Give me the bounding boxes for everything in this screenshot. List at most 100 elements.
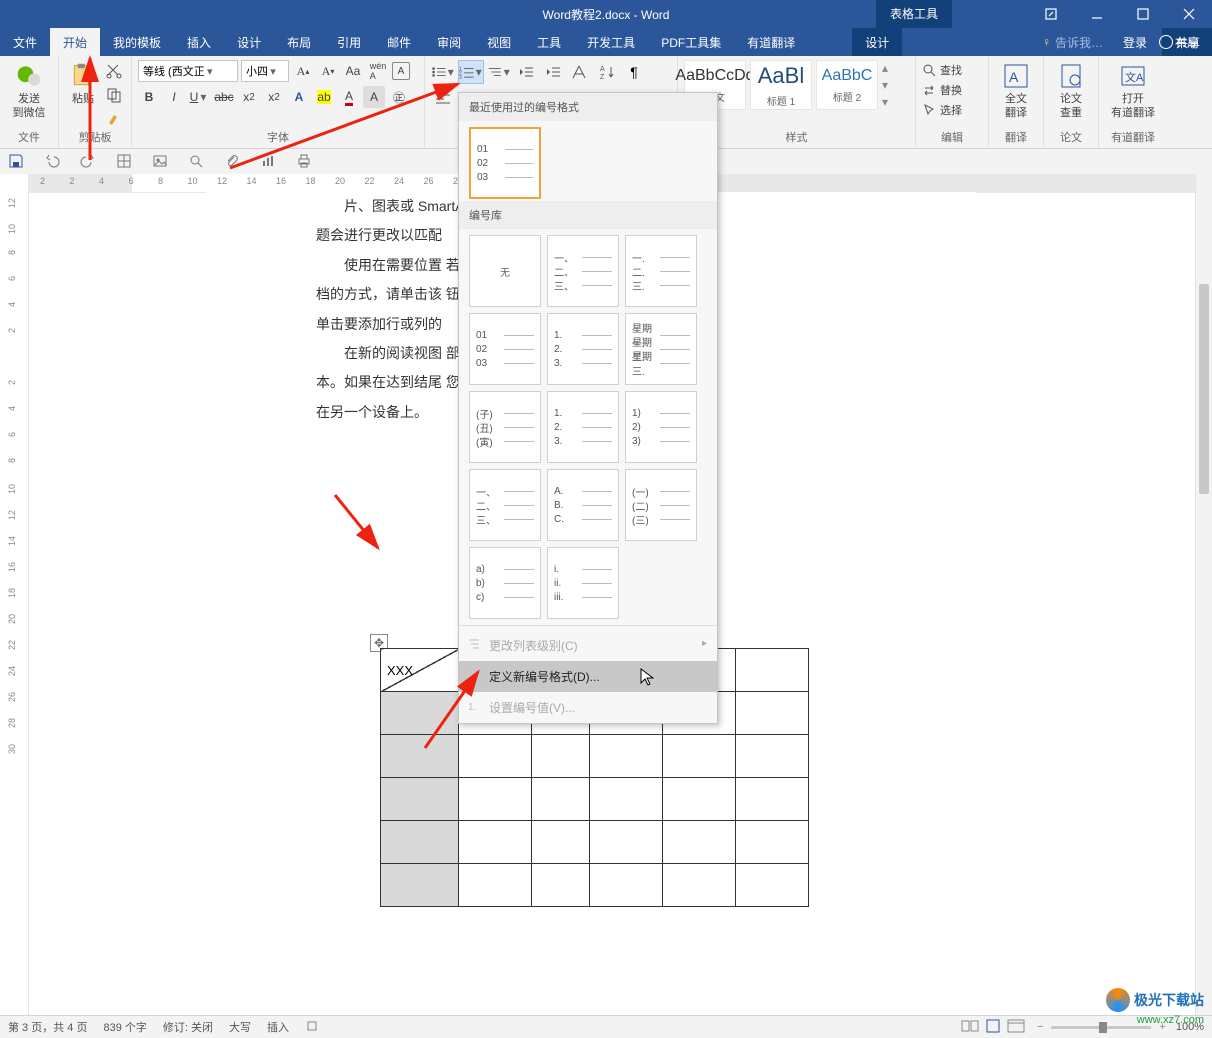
tab-mailings[interactable]: 邮件 <box>374 28 424 56</box>
numbering-option[interactable]: A.B.C. <box>547 469 619 541</box>
font-color-button[interactable]: A <box>338 86 360 108</box>
numbering-option[interactable]: 一.二.三. <box>625 235 697 307</box>
enclose-char-button[interactable]: ㊣ <box>388 86 410 108</box>
full-translate-button[interactable]: A全文翻译 <box>995 60 1037 123</box>
superscript-button[interactable]: x2 <box>263 86 285 108</box>
minimize-button[interactable] <box>1074 0 1120 28</box>
highlight-button[interactable]: ab <box>313 86 335 108</box>
table-header-cell[interactable]: XXX <box>381 649 459 692</box>
select-button[interactable]: 选择 <box>922 100 982 120</box>
style-heading1[interactable]: AaBl标题 1 <box>750 60 812 110</box>
copy-button[interactable] <box>103 84 125 106</box>
phonetic-button[interactable]: wénA <box>367 60 389 82</box>
tab-insert[interactable]: 插入 <box>174 28 224 56</box>
numbering-button[interactable]: 123▾ <box>458 60 484 84</box>
open-youdao-button[interactable]: 文A打开有道翻译 <box>1105 60 1161 123</box>
cut-button[interactable] <box>103 60 125 82</box>
numbering-option[interactable]: (子)(丑)(寅) <box>469 391 541 463</box>
image-icon[interactable] <box>152 153 168 172</box>
decrease-indent-button[interactable] <box>514 61 538 83</box>
italic-button[interactable]: I <box>163 86 185 108</box>
redo-icon[interactable] <box>80 153 96 172</box>
replace-button[interactable]: 替换 <box>922 80 982 100</box>
bold-button[interactable]: B <box>138 86 160 108</box>
styles-more-button[interactable]: ▴▾▾ <box>882 60 896 110</box>
numbering-option[interactable]: (一)(二)(三) <box>625 469 697 541</box>
numbering-option[interactable]: 1)2)3) <box>625 391 697 463</box>
status-words[interactable]: 839 个字 <box>103 1019 146 1035</box>
tab-review[interactable]: 审阅 <box>424 28 474 56</box>
numbering-option[interactable]: 010203 <box>469 313 541 385</box>
sort-button[interactable]: AZ <box>595 61 619 83</box>
tab-developer[interactable]: 开发工具 <box>574 28 648 56</box>
tell-me-input[interactable]: 告诉我… <box>1055 34 1103 51</box>
table-icon[interactable] <box>116 153 132 172</box>
login-link[interactable]: 登录 <box>1123 34 1147 51</box>
status-page[interactable]: 第 3 页，共 4 页 <box>8 1019 87 1035</box>
ruler-vertical[interactable]: 1210864224681012141618202224262830 <box>0 192 29 1016</box>
change-case-button[interactable]: Aa <box>342 60 364 82</box>
multilevel-button[interactable]: ▾ <box>487 61 511 83</box>
status-recorder-icon[interactable] <box>305 1019 319 1036</box>
char-shading-button[interactable]: A <box>363 86 385 108</box>
tab-file[interactable]: 文件 <box>0 28 50 56</box>
send-wechat-button[interactable]: 发送到微信 <box>6 60 52 123</box>
font-size-combo[interactable]: 小四▾ <box>241 60 289 82</box>
status-caps[interactable]: 大写 <box>229 1019 251 1035</box>
vertical-scrollbar[interactable] <box>1195 174 1212 1016</box>
grow-font-button[interactable]: A▴ <box>292 60 314 82</box>
maximize-button[interactable] <box>1120 0 1166 28</box>
numbering-option[interactable]: 一、二、三、 <box>469 469 541 541</box>
find-button[interactable]: 查找 <box>922 60 982 80</box>
underline-button[interactable]: U▾ <box>188 86 210 108</box>
tab-layout[interactable]: 布局 <box>274 28 324 56</box>
share-button[interactable]: 共享 <box>1159 34 1200 51</box>
status-track[interactable]: 修订: 关闭 <box>163 1019 213 1035</box>
numbering-option[interactable]: 一、二、三、 <box>547 235 619 307</box>
paste-button[interactable]: 粘贴 <box>65 60 101 130</box>
show-marks-button[interactable]: ¶ <box>622 61 646 83</box>
print-icon[interactable] <box>296 153 312 172</box>
status-insert[interactable]: 插入 <box>267 1019 289 1035</box>
undo-icon[interactable] <box>44 153 60 172</box>
strike-button[interactable]: abc <box>213 86 235 108</box>
paper-check-button[interactable]: 论文查重 <box>1050 60 1092 123</box>
context-tab-design[interactable]: 设计 <box>852 28 902 56</box>
tab-tools[interactable]: 工具 <box>524 28 574 56</box>
style-heading2[interactable]: AaBbC标题 2 <box>816 60 878 110</box>
save-icon[interactable] <box>8 153 24 172</box>
tab-pdf[interactable]: PDF工具集 <box>648 28 734 56</box>
tab-design[interactable]: 设计 <box>224 28 274 56</box>
char-border-button[interactable]: A <box>392 62 410 80</box>
zoom-out-button[interactable]: − <box>1037 1021 1043 1033</box>
tab-mytemplates[interactable]: 我的模板 <box>100 28 174 56</box>
find-icon[interactable] <box>188 153 204 172</box>
format-painter-button[interactable] <box>103 108 125 130</box>
tab-references[interactable]: 引用 <box>324 28 374 56</box>
numbering-option[interactable]: 1.2.3. <box>547 391 619 463</box>
close-button[interactable] <box>1166 0 1212 28</box>
subscript-button[interactable]: x2 <box>238 86 260 108</box>
scrollbar-thumb[interactable] <box>1199 284 1209 494</box>
shrink-font-button[interactable]: A▾ <box>317 60 339 82</box>
view-print-icon[interactable] <box>985 1019 1001 1036</box>
ribbon-options-icon[interactable] <box>1028 0 1074 28</box>
dd-define-new[interactable]: 定义新编号格式(D)... <box>459 661 717 692</box>
numbering-option[interactable]: 星期一.星期二.星期三. <box>625 313 697 385</box>
numbering-option[interactable]: a)b)c) <box>469 547 541 619</box>
view-web-icon[interactable] <box>1007 1019 1025 1036</box>
attach-icon[interactable] <box>224 153 240 172</box>
chart-icon[interactable] <box>260 153 276 172</box>
font-name-combo[interactable]: 等线 (西文正▾ <box>138 60 238 82</box>
text-effects-button[interactable]: A <box>288 86 310 108</box>
tab-home[interactable]: 开始 <box>50 28 100 56</box>
increase-indent-button[interactable] <box>541 61 565 83</box>
align-left-button[interactable] <box>431 88 455 110</box>
tab-view[interactable]: 视图 <box>474 28 524 56</box>
numbering-option[interactable]: i.ii.iii. <box>547 547 619 619</box>
tab-youdao[interactable]: 有道翻译 <box>734 28 808 56</box>
numbering-option[interactable]: 1.2.3. <box>547 313 619 385</box>
bullets-button[interactable]: ▾ <box>431 61 455 83</box>
numbering-option-none[interactable]: 无 <box>469 235 541 307</box>
numbering-option[interactable]: 010203 <box>469 127 541 199</box>
